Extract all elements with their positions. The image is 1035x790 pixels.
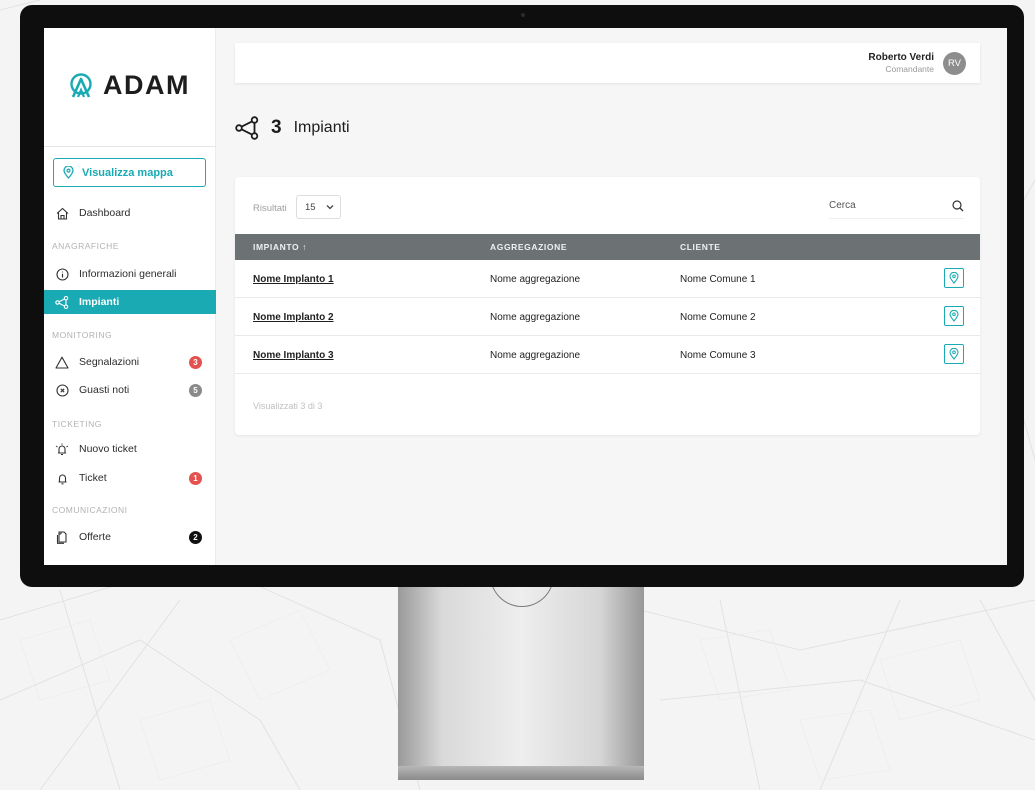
adam-logo-icon xyxy=(70,72,92,98)
search-input[interactable] xyxy=(829,200,929,211)
view-map-label: Visualizza mappa xyxy=(82,166,173,179)
section-title-comunicazioni: COMUNICAZIONI xyxy=(52,505,128,515)
logo-text: ADAM xyxy=(103,70,190,100)
impianto-link[interactable]: Nome Implanto 1 xyxy=(253,274,334,285)
sidebar-item-label: Guasti noti xyxy=(79,384,130,396)
section-title-anagrafiche: ANAGRAFICHE xyxy=(52,241,119,251)
avatar[interactable]: RV xyxy=(943,52,966,75)
notification-badge: 3 xyxy=(189,355,202,369)
bell-icon xyxy=(55,471,69,485)
map-pin-icon xyxy=(949,348,959,360)
column-header-aggregazione[interactable]: AGGREGAZIONE xyxy=(490,242,567,252)
chevron-down-icon xyxy=(326,205,334,210)
monitor-stand xyxy=(398,585,644,780)
cliente-cell: Nome Comune 1 xyxy=(680,274,756,285)
page-title-text: Impianti xyxy=(293,119,350,136)
sidebar-item-guasti-noti[interactable]: Guasti noti 5 xyxy=(44,378,216,402)
sidebar-item-label: Informazioni generali xyxy=(79,268,177,280)
sidebar-item-label: Ticket xyxy=(79,472,107,484)
sidebar-item-ticket[interactable]: Ticket 1 xyxy=(44,466,216,490)
sidebar-item-offerte[interactable]: Offerte 2 xyxy=(44,525,216,549)
user-name[interactable]: Roberto Verdi xyxy=(868,52,934,63)
sidebar-item-label: Nuovo ticket xyxy=(79,443,137,455)
divider xyxy=(44,146,216,147)
view-map-button[interactable]: Visualizza mappa xyxy=(53,158,206,187)
aggregazione-cell: Nome aggregazione xyxy=(490,274,581,285)
table-row: Nome Implanto 1 Nome aggregazione Nome C… xyxy=(235,260,980,298)
top-bar: Roberto Verdi Comandante RV xyxy=(235,43,980,83)
aggregazione-cell: Nome aggregazione xyxy=(490,312,581,323)
sidebar-item-label: Impianti xyxy=(79,296,120,308)
show-on-map-button[interactable] xyxy=(944,344,964,364)
show-on-map-button[interactable] xyxy=(944,306,964,326)
table-header: IMPIANTO ↑ AGGREGAZIONE CLIENTE xyxy=(235,234,980,260)
sidebar-item-nuovo-ticket[interactable]: Nuovo ticket xyxy=(44,437,216,461)
impianto-link[interactable]: Nome Implanto 2 xyxy=(253,312,334,323)
map-pin-icon xyxy=(949,310,959,322)
section-title-ticketing: TICKETING xyxy=(52,419,102,429)
search-box xyxy=(829,193,964,219)
sidebar-item-label: Offerte xyxy=(79,531,111,543)
network-icon xyxy=(235,116,259,140)
impianti-card: Risultati 15 IMPIANTO ↑ AGGREGAZIONE CLI… xyxy=(235,177,980,435)
monitor-camera xyxy=(521,13,525,17)
sidebar-item-dashboard[interactable]: Dashboard xyxy=(44,201,216,225)
page-title-count: 3 xyxy=(271,117,282,138)
per-page-value: 15 xyxy=(305,201,316,213)
column-header-impianto[interactable]: IMPIANTO ↑ xyxy=(253,242,307,252)
pagination-summary: Visualizzati 3 di 3 xyxy=(253,401,323,411)
bell-plus-icon xyxy=(55,442,69,456)
show-on-map-button[interactable] xyxy=(944,268,964,288)
cliente-cell: Nome Comune 3 xyxy=(680,350,756,361)
section-title-monitoring: MONITORING xyxy=(52,330,113,340)
column-header-cliente[interactable]: CLIENTE xyxy=(680,242,721,252)
home-icon xyxy=(55,206,69,220)
map-pin-icon xyxy=(949,272,959,284)
map-pin-icon xyxy=(63,166,74,179)
warning-icon xyxy=(55,355,69,369)
impianto-link[interactable]: Nome Implanto 3 xyxy=(253,350,334,361)
app-logo[interactable]: ADAM xyxy=(69,70,190,101)
table-row: Nome Implanto 3 Nome aggregazione Nome C… xyxy=(235,336,980,374)
sidebar: ADAM Visualizza mappa Dashboard ANAGRAFI… xyxy=(44,28,216,565)
notification-badge: 2 xyxy=(189,530,202,544)
x-circle-icon xyxy=(55,383,69,397)
per-page-select[interactable]: 15 xyxy=(296,195,341,219)
aggregazione-cell: Nome aggregazione xyxy=(490,350,581,361)
sidebar-item-label: Dashboard xyxy=(79,207,131,219)
user-role: Comandante xyxy=(885,64,934,74)
app-screen: ADAM Visualizza mappa Dashboard ANAGRAFI… xyxy=(44,28,1007,565)
results-label: Risultati xyxy=(253,203,287,214)
sidebar-item-informazioni-generali[interactable]: Informazioni generali xyxy=(44,262,216,286)
sidebar-item-impianti[interactable]: Impianti xyxy=(44,290,216,314)
notification-badge: 1 xyxy=(189,471,202,485)
table-row: Nome Implanto 2 Nome aggregazione Nome C… xyxy=(235,298,980,336)
page-title: 3 Impianti xyxy=(235,116,350,140)
network-icon xyxy=(55,295,69,309)
cliente-cell: Nome Comune 2 xyxy=(680,312,756,323)
sidebar-item-label: Segnalazioni xyxy=(79,356,140,368)
sidebar-item-segnalazioni[interactable]: Segnalazioni 3 xyxy=(44,350,216,374)
search-icon[interactable] xyxy=(952,199,964,212)
copy-icon xyxy=(55,530,69,544)
notification-badge: 5 xyxy=(189,383,202,397)
info-icon xyxy=(55,267,69,281)
